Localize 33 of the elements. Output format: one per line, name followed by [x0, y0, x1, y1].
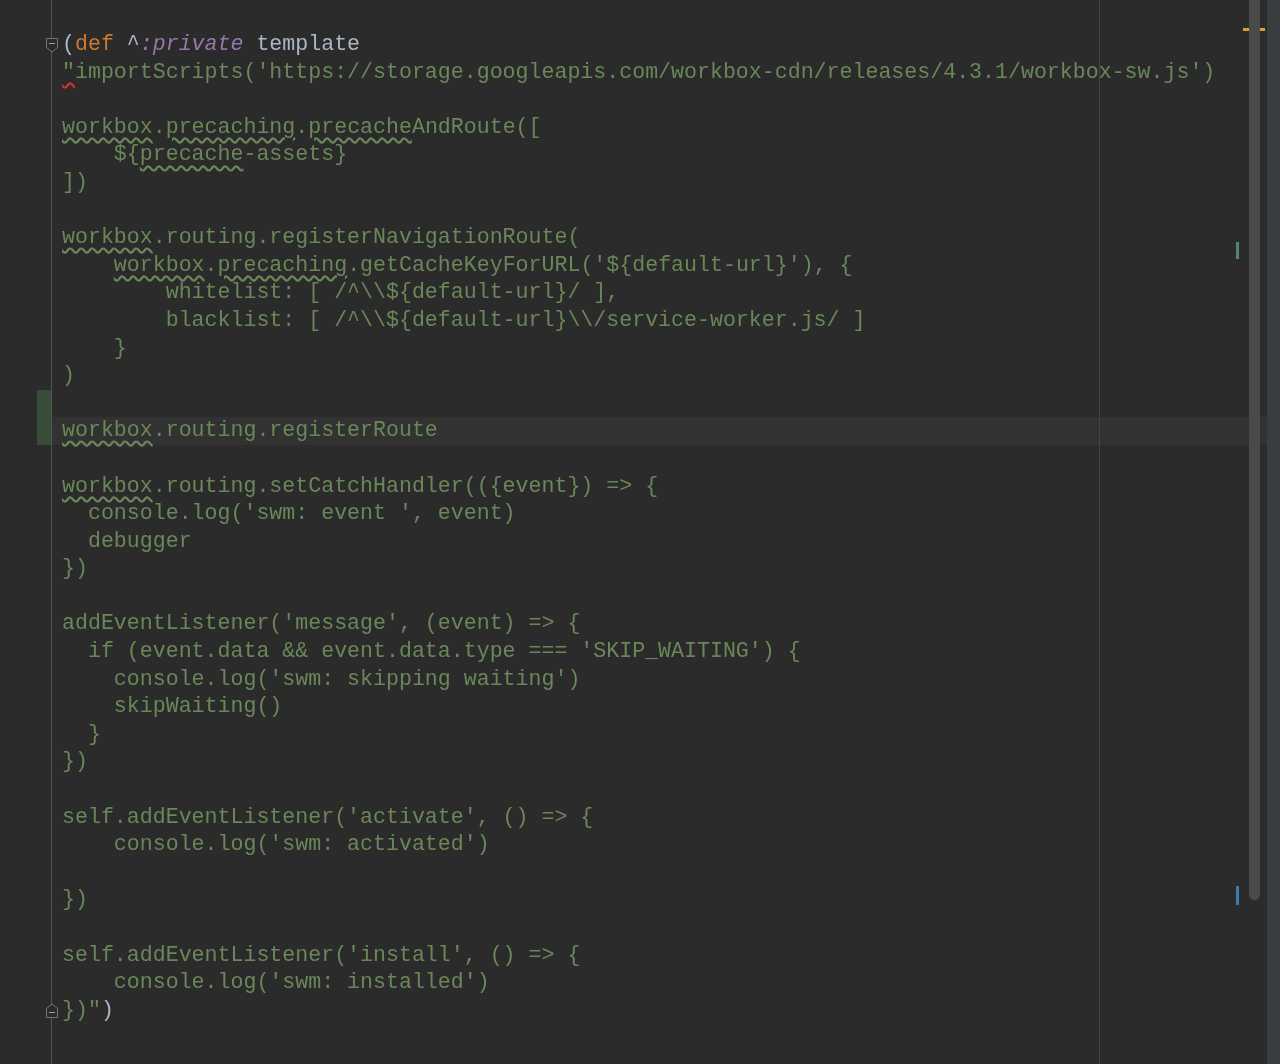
- code-line: self.addEventListener('activate', () => {: [62, 804, 594, 829]
- code-line: }): [62, 749, 88, 774]
- code-line: ): [62, 363, 75, 388]
- change-marker[interactable]: [1236, 886, 1239, 905]
- fold-icon[interactable]: [45, 1002, 59, 1019]
- code-line: (def ^:private template: [62, 32, 361, 56]
- fold-icon[interactable]: [45, 37, 59, 53]
- code-line: }: [112, 335, 127, 360]
- code-line: ${precache-assets}: [112, 142, 348, 167]
- code-line: addEventListener('message', (event) => {: [62, 611, 581, 636]
- code-line: workbox.routing.registerRoute: [62, 418, 438, 443]
- code-line: "importScripts('https://storage.googleapis.com/workbox-cdn/releases/4.3.1/workbox-sw.js'): [62, 59, 1216, 84]
- code-line: workbox.precaching.precacheAndRoute([: [62, 114, 542, 139]
- code-line: debugger: [86, 528, 192, 553]
- code-line: }: [86, 721, 101, 746]
- code-line: self.addEventListener('install', () => {: [62, 942, 581, 967]
- code-line: })"): [62, 997, 114, 1022]
- code-line: skipWaiting(): [112, 694, 283, 719]
- code-line: ]): [62, 169, 88, 194]
- scrollbar-thumb[interactable]: [1249, 0, 1260, 900]
- code-line: console.log('swm: activated'): [112, 832, 490, 857]
- code-line: console.log('swm: installed'): [112, 970, 490, 995]
- code-line: }): [62, 887, 88, 912]
- code-line: console.log('swm: event ', event): [86, 501, 516, 526]
- code-line: blacklist: [ /^\\${default-url}\\/service-worker.js/ ]: [164, 307, 866, 332]
- code-line: workbox.routing.registerNavigationRoute(: [62, 225, 581, 250]
- change-marker[interactable]: [1236, 242, 1239, 259]
- code-line: whitelist: [ /^\\${default-url}/ ],: [164, 280, 620, 305]
- code-line: console.log('swm: skipping waiting'): [112, 666, 581, 691]
- code-line: workbox.routing.setCatchHandler(({event}) => {: [62, 473, 659, 498]
- code-line: if (event.data && event.data.type === 'SKIP_WAITING') {: [86, 639, 801, 664]
- code-line: workbox.precaching.getCacheKeyForURL('${default-url}'), {: [112, 252, 853, 277]
- code-line: }): [62, 556, 88, 581]
